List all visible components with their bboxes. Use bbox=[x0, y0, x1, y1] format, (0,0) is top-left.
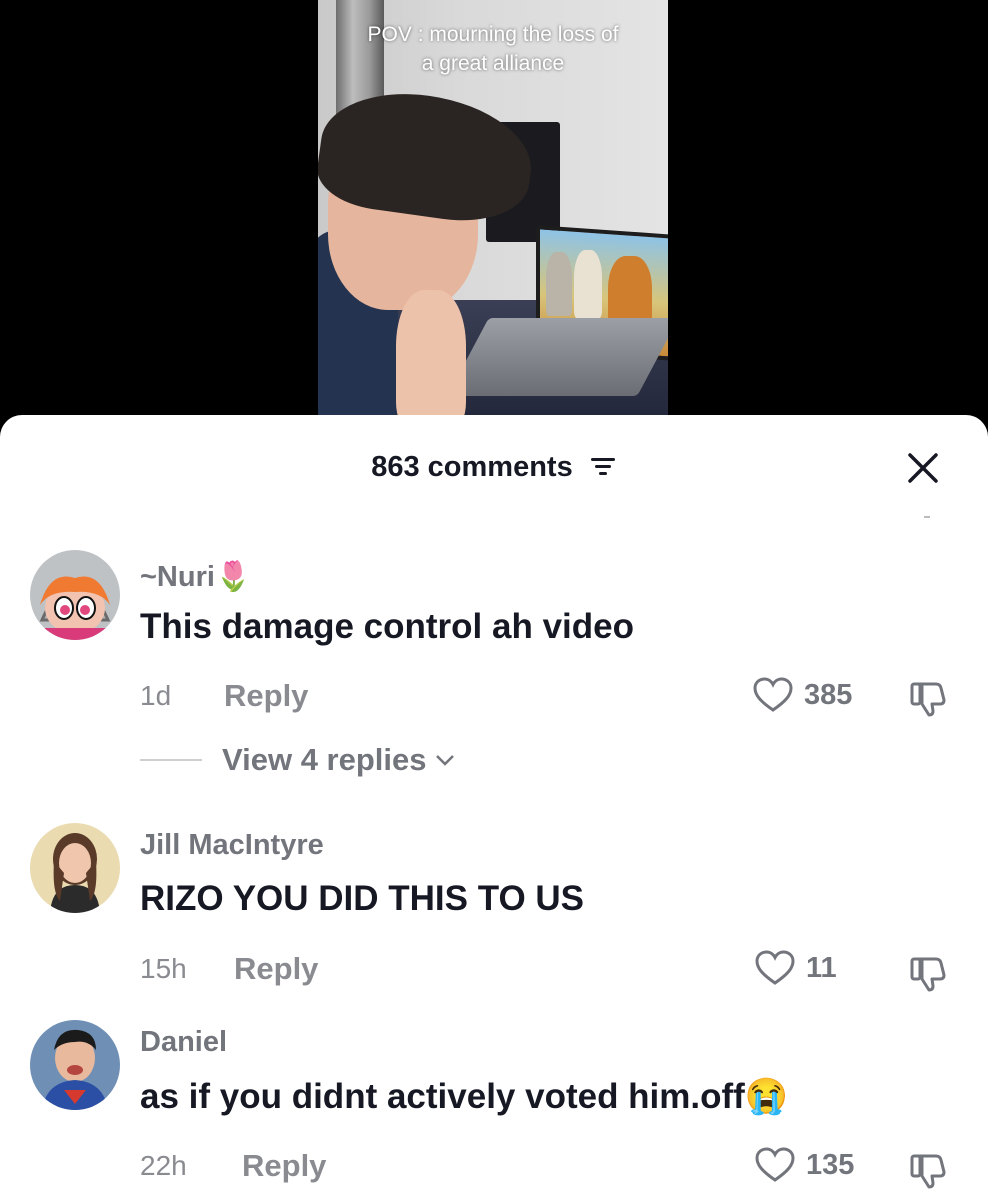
crying-face-icon: 😭 bbox=[744, 1077, 789, 1116]
like-button[interactable]: 385 bbox=[752, 676, 852, 714]
person-hand bbox=[396, 290, 466, 430]
video-player[interactable]: POV : mourning the loss of a great allia… bbox=[318, 0, 668, 430]
tv-figure bbox=[574, 250, 602, 318]
video-caption: POV : mourning the loss of a great allia… bbox=[318, 20, 668, 78]
comment-item: ~Nuri🌷 This damage control ah video 1d R… bbox=[0, 550, 988, 790]
comment-item: Daniel as if you didnt actively voted hi… bbox=[0, 1020, 988, 1200]
avatar[interactable] bbox=[30, 550, 120, 640]
heart-icon bbox=[753, 677, 793, 712]
reply-button[interactable]: Reply bbox=[234, 951, 318, 987]
username-text: ~Nuri bbox=[140, 561, 215, 593]
avatar[interactable] bbox=[30, 1020, 120, 1110]
dislike-icon[interactable] bbox=[908, 678, 948, 718]
reply-button[interactable]: Reply bbox=[242, 1148, 326, 1184]
chevron-down-icon bbox=[435, 755, 454, 766]
divider bbox=[140, 759, 202, 761]
like-count: 135 bbox=[806, 1148, 855, 1181]
comment-time: 1d bbox=[140, 680, 172, 711]
comment-text: as if you didnt actively voted him.off😭 bbox=[140, 1076, 788, 1117]
reply-button[interactable]: Reply bbox=[224, 678, 308, 714]
heart-icon bbox=[755, 1147, 795, 1182]
heart-icon bbox=[755, 950, 795, 985]
filter-icon[interactable] bbox=[589, 452, 617, 485]
scroll-indicator bbox=[924, 516, 930, 518]
comment-count: 863 comments bbox=[371, 451, 573, 483]
caption-line: a great alliance bbox=[421, 52, 565, 75]
comment-username[interactable]: ~Nuri🌷 bbox=[140, 560, 251, 594]
comment-username[interactable]: Daniel bbox=[140, 1026, 227, 1059]
comment-username[interactable]: Jill MacIntyre bbox=[140, 829, 324, 862]
caption-line: POV : mourning the loss of bbox=[367, 23, 619, 46]
tv-figure bbox=[546, 252, 572, 316]
avatar[interactable] bbox=[30, 823, 120, 913]
dislike-icon[interactable] bbox=[908, 1150, 948, 1190]
comment-time: 15h bbox=[140, 953, 187, 984]
like-count: 11 bbox=[806, 951, 837, 984]
comment-text-body: as if you didnt actively voted him.off bbox=[140, 1077, 745, 1116]
comment-text: RIZO YOU DID THIS TO US bbox=[140, 879, 585, 918]
comment-time: 22h bbox=[140, 1150, 187, 1181]
tulip-icon: 🌷 bbox=[214, 561, 252, 593]
comments-sheet: 863 comments ~Nuri🌷 This damage control … bbox=[0, 415, 988, 1200]
like-button[interactable]: 11 bbox=[754, 949, 837, 987]
close-icon[interactable] bbox=[906, 451, 940, 485]
view-replies-label: View 4 replies bbox=[222, 742, 427, 777]
dislike-icon[interactable] bbox=[908, 953, 948, 993]
view-replies-button[interactable]: View 4 replies bbox=[140, 742, 457, 778]
comments-header[interactable]: 863 comments bbox=[0, 451, 988, 485]
comment-item: Jill MacIntyre RIZO YOU DID THIS TO US 1… bbox=[0, 823, 988, 1003]
like-button[interactable]: 135 bbox=[754, 1146, 854, 1184]
comment-text: This damage control ah video bbox=[140, 607, 634, 646]
like-count: 385 bbox=[804, 678, 853, 711]
